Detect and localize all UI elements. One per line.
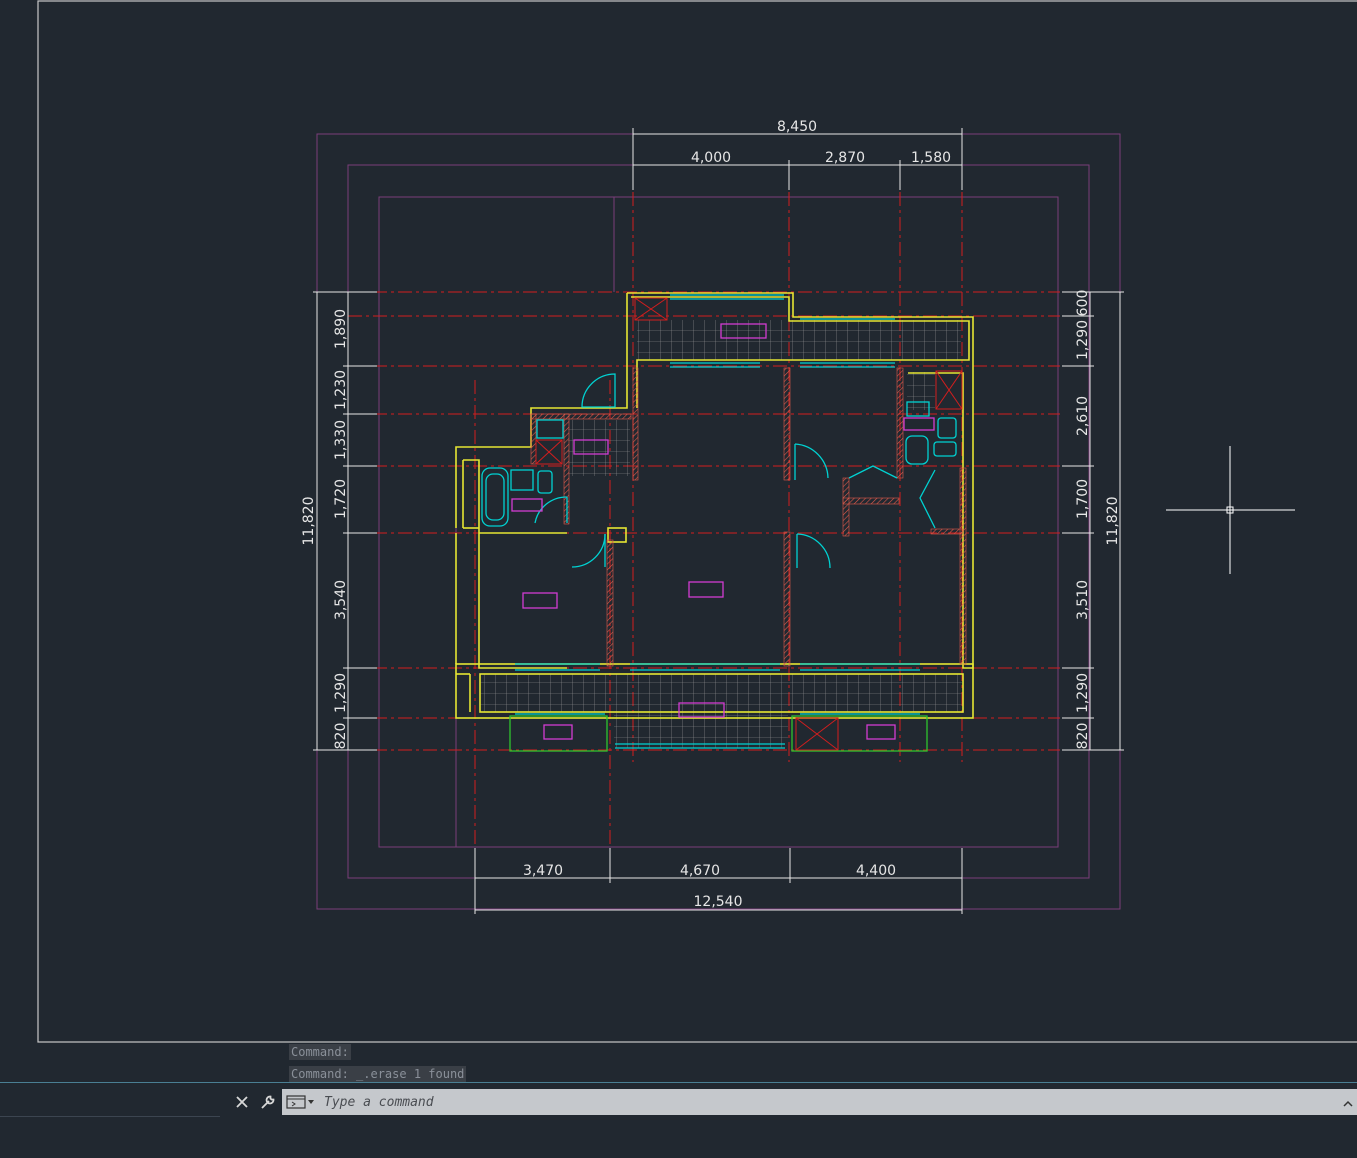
frame-lines [316, 133, 1121, 910]
dim-top-total: 8,450 [777, 119, 817, 135]
dim-left-segment-3: 1,330 [333, 420, 349, 460]
dim-right-segment-7: 820 [1075, 723, 1091, 750]
dim-bottom-total: 12,540 [694, 894, 743, 910]
dimension-lines [313, 128, 1124, 914]
dim-top-segment-3: 1,580 [911, 150, 951, 166]
command-input[interactable] [320, 1090, 1308, 1114]
crosshair-cursor-icon [1166, 446, 1295, 574]
dim-left-segment-2: 1,230 [333, 370, 349, 410]
dim-left-segment-5: 3,540 [333, 580, 349, 620]
dim-left-segment-1: 1,890 [333, 309, 349, 349]
dim-right-total: 11,820 [1105, 497, 1121, 546]
axis-grid [348, 192, 1060, 848]
dim-bottom-segment-1: 3,470 [523, 863, 563, 879]
command-input-box [282, 1089, 1357, 1115]
dim-left-segment-4: 1,720 [333, 479, 349, 519]
dim-right-segment-5: 3,510 [1075, 580, 1091, 620]
dim-left-segment-6: 1,290 [333, 673, 349, 713]
drawing-viewport[interactable]: 8,450 4,000 2,870 1,580 3,470 4,670 4,40… [0, 0, 1357, 1085]
dim-top-segment-1: 4,000 [691, 150, 731, 166]
dim-right-segment-6: 1,290 [1075, 673, 1091, 713]
wrench-icon[interactable] [257, 1091, 279, 1113]
dim-bottom-segment-2: 4,670 [680, 863, 720, 879]
command-history-line: Command: _.erase 1 found [289, 1066, 467, 1082]
dim-top-segment-2: 2,870 [825, 150, 865, 166]
dim-left-total: 11,820 [301, 497, 317, 546]
command-line-divider [0, 1082, 1357, 1083]
command-line-bar [0, 1087, 1357, 1117]
balcony-tiles [480, 320, 962, 748]
interior-walls [530, 367, 967, 667]
close-icon[interactable] [231, 1091, 253, 1113]
command-history-line: Command: [289, 1044, 351, 1060]
chevron-up-icon[interactable] [1343, 1095, 1353, 1107]
dim-left-segment-7: 820 [333, 723, 349, 750]
dim-right-segment-2: 1,290 [1075, 320, 1091, 360]
dim-right-segment-1: 600 [1075, 290, 1091, 317]
dim-bottom-segment-3: 4,400 [856, 863, 896, 879]
dim-right-segment-4: 1,700 [1075, 479, 1091, 519]
command-line-left-area [0, 1088, 220, 1117]
dim-right-segment-3: 2,610 [1075, 396, 1091, 436]
command-prompt-icon[interactable] [282, 1089, 320, 1115]
